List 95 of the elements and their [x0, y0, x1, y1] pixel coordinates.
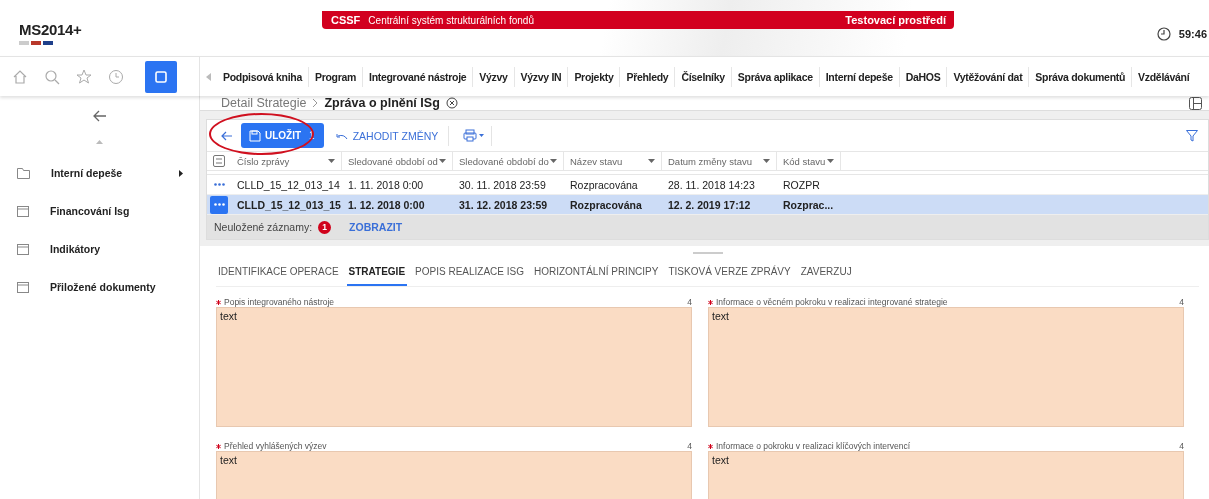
- table-cell-text: 28. 11. 2018 14:23: [667, 178, 756, 191]
- sidebar-item[interactable]: Indikátory: [0, 230, 199, 268]
- column-header-label[interactable]: Datum změny stavu: [668, 155, 752, 167]
- character-count: 4: [687, 297, 692, 307]
- menu-item[interactable]: Podpisová kniha: [217, 66, 309, 87]
- column-settings-icon[interactable]: [213, 155, 225, 167]
- character-count: 4: [687, 441, 692, 451]
- menu-item[interactable]: DaHOS: [899, 66, 948, 87]
- menu-item[interactable]: Integrované nástroje: [363, 66, 474, 87]
- layout-icon[interactable]: [1189, 96, 1202, 110]
- sidebar-label: Financování Isg: [50, 205, 130, 217]
- sort-caret-icon[interactable]: [328, 159, 335, 163]
- table-cell-text: CLLD_15_12_013_15: [236, 198, 342, 211]
- table-cell-text: Rozpracována: [569, 178, 639, 191]
- printer-icon: [463, 129, 486, 142]
- back-arrow-icon[interactable]: [221, 130, 233, 141]
- breadcrumb-link[interactable]: Detail Strategie: [221, 96, 307, 110]
- sort-caret-icon[interactable]: [763, 159, 770, 163]
- menu-item[interactable]: Výzvy IN: [514, 66, 569, 87]
- menu-item[interactable]: Program: [308, 66, 364, 87]
- menu-item[interactable]: Výzvy: [473, 66, 515, 87]
- text-area[interactable]: text: [216, 451, 692, 499]
- column-header-label[interactable]: Číslo zprávy: [237, 155, 290, 167]
- sort-caret-icon[interactable]: [827, 159, 834, 163]
- character-count: 4: [1179, 297, 1184, 307]
- text-area[interactable]: text: [708, 307, 1184, 427]
- tab[interactable]: TISKOVÁ VERZE ZPRÁVY: [666, 260, 793, 286]
- breadcrumb-current: Zpráva o plnění ISg: [324, 96, 440, 110]
- sort-caret-icon[interactable]: [648, 159, 655, 163]
- back-arrow-icon[interactable]: [92, 110, 107, 122]
- banner-code: CSSF: [331, 14, 361, 26]
- session-timer: 59:46: [1178, 28, 1207, 40]
- sidebar-label: Indikátory: [50, 243, 101, 255]
- column-header-label[interactable]: Název stavu: [570, 155, 623, 167]
- column-header-label[interactable]: Sledované období do: [459, 155, 549, 167]
- app-logo: MS2014+: [19, 21, 82, 38]
- table-cell-text: Rozpracována: [569, 198, 643, 211]
- table-cell-text: 31. 12. 2018 23:59: [458, 198, 549, 211]
- menu-item[interactable]: Vzdělávání: [1132, 66, 1190, 87]
- tab[interactable]: POPIS REALIZACE ISG: [413, 260, 526, 286]
- sidebar-item[interactable]: Interní depeše: [0, 154, 199, 192]
- menu-item[interactable]: Interní depeše: [819, 66, 900, 87]
- sort-caret-icon[interactable]: [550, 159, 557, 163]
- clock-icon: [1156, 27, 1171, 41]
- table-cell-text: 1. 12. 2018 0:00: [347, 198, 426, 211]
- sidebar-item[interactable]: Přiložené dokumenty: [0, 268, 199, 306]
- table-cell-text: CLLD_15_12_013_14: [236, 178, 341, 191]
- folder-icon: [17, 167, 30, 179]
- text-area[interactable]: text: [216, 307, 692, 427]
- table-row[interactable]: CLLD_15_12_013_15 1. 12. 2018 0:00 31. 12. 2018 23:59 Rozpracována 12. 2. 2019 17:12 Rozprac...: [207, 195, 1208, 215]
- undo-arrow-icon: [335, 131, 348, 140]
- chevron-icon: [312, 98, 319, 108]
- sort-caret-icon[interactable]: [439, 159, 446, 163]
- show-link[interactable]: ZOBRAZIT: [349, 221, 403, 233]
- table-cell-text: 1. 11. 2018 0:00: [347, 178, 425, 191]
- menu-item[interactable]: Číselníky: [675, 66, 732, 87]
- window-icon[interactable]: [145, 60, 177, 93]
- form-icon: [17, 205, 29, 217]
- tab[interactable]: ZAVERZUJ: [798, 260, 854, 286]
- form-icon: [17, 281, 29, 293]
- menu-item[interactable]: Správa dokumentů: [1029, 66, 1133, 87]
- star-icon[interactable]: [75, 67, 93, 86]
- field-label: Informace o pokroku v realizaci klíčových intervencí: [716, 441, 911, 451]
- field-label: Popis integrovaného nástroje: [224, 297, 335, 307]
- filter-icon[interactable]: [1186, 129, 1198, 142]
- table-cell-text: 12. 2. 2019 17:12: [667, 198, 752, 211]
- sidebar-item[interactable]: Financování Isg: [0, 192, 199, 230]
- field-label: Informace o věcném pokroku v realizaci integrované strategie: [716, 297, 948, 307]
- table-cell-text: 30. 11. 2018 23:59: [458, 178, 547, 191]
- sidebar-label: Interní depeše: [51, 167, 123, 179]
- text-area[interactable]: text: [708, 451, 1184, 499]
- table-cell-text: ROZPR: [782, 178, 821, 191]
- tab[interactable]: STRATEGIE: [346, 260, 408, 286]
- more-options-icon[interactable]: [210, 195, 228, 214]
- more-options-icon[interactable]: [213, 183, 225, 186]
- menu-item[interactable]: Projekty: [568, 66, 621, 87]
- form-icon: [17, 243, 29, 255]
- sidebar-label: Přiložené dokumenty: [50, 281, 156, 293]
- tab[interactable]: HORIZONTÁLNÍ PRINCIPY: [532, 260, 661, 286]
- column-header-label[interactable]: Sledované období od: [348, 155, 438, 167]
- field-label: Přehled vyhlášených výzev: [224, 441, 327, 451]
- tab[interactable]: IDENTIFIKACE OPERACE: [216, 260, 341, 286]
- unsaved-records-label: Neuložené záznamy:: [214, 221, 313, 233]
- discard-changes-button[interactable]: ZAHODIT ZMĚNY: [331, 125, 450, 146]
- menu-item[interactable]: Přehledy: [620, 66, 676, 87]
- banner-title: Centrální systém strukturálních fondů: [368, 14, 534, 26]
- menu-item[interactable]: Vytěžování dat: [947, 66, 1030, 87]
- close-icon[interactable]: [445, 97, 458, 109]
- menu-item[interactable]: Správa aplikace: [731, 66, 820, 87]
- unsaved-count-badge: 1: [318, 220, 332, 234]
- character-count: 4: [1179, 441, 1184, 451]
- flag-stripes-icon: [19, 41, 53, 45]
- environment-label: Testovací prostředí: [845, 14, 946, 26]
- table-cell-text: Rozprac...: [782, 198, 835, 211]
- column-header-label[interactable]: Kód stavu: [783, 155, 826, 167]
